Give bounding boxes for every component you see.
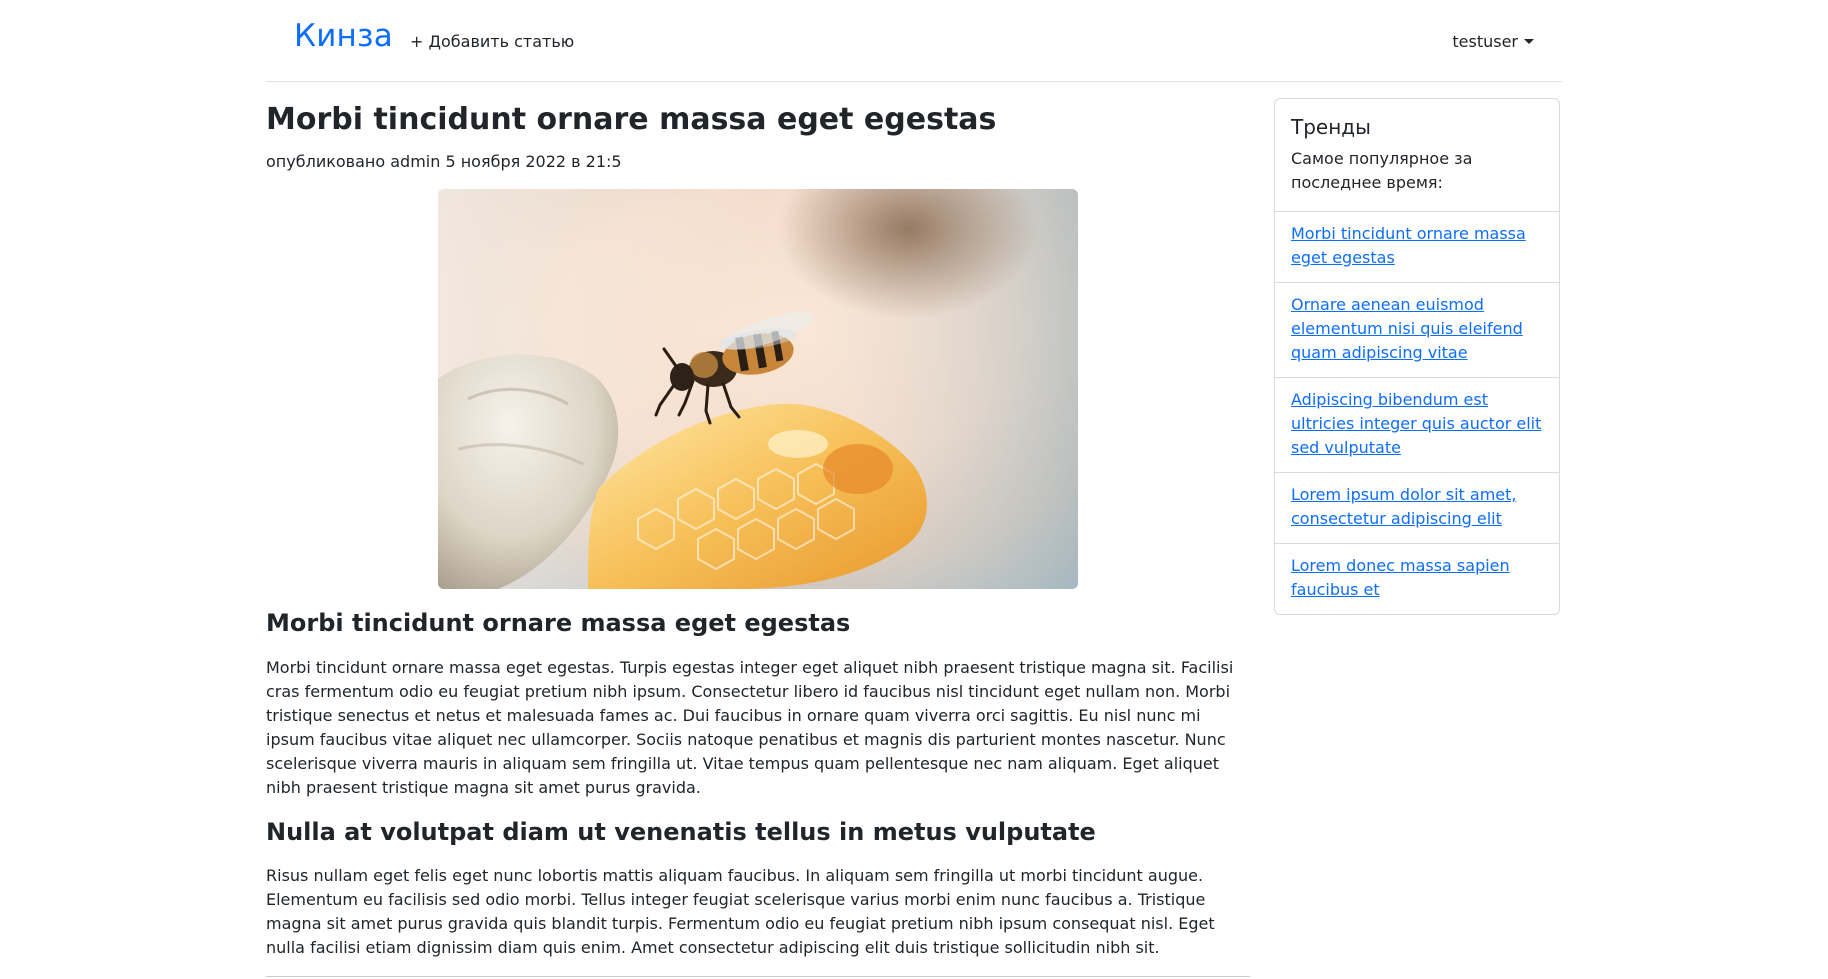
trend-link[interactable]: Lorem donec massa sapien faucibus et (1291, 556, 1510, 599)
trend-link[interactable]: Adipiscing bibendum est ultricies intege… (1291, 390, 1541, 457)
trends-header: Тренды Самое популярное за последнее вре… (1275, 99, 1559, 211)
trends-list: Morbi tincidunt ornare massa eget egesta… (1275, 211, 1559, 614)
article-title: Morbi tincidunt ornare massa eget egesta… (266, 102, 997, 137)
trend-link[interactable]: Ornare aenean euismod elementum nisi qui… (1291, 295, 1523, 362)
add-article-link[interactable]: + Добавить статью (410, 32, 574, 51)
list-item: Morbi tincidunt ornare massa eget egesta… (1275, 211, 1559, 282)
navbar: Кинза + Добавить статью testuser (266, 0, 1562, 82)
divider (266, 976, 1250, 978)
article-meta: опубликовано admin 5 ноября 2022 в 21:5 (266, 152, 622, 171)
trends-subtitle: Самое популярное за последнее время: (1291, 149, 1473, 192)
article-image (438, 188, 1078, 589)
container: Кинза + Добавить статью testuser Morbi t… (266, 0, 1562, 978)
trend-link[interactable]: Morbi tincidunt ornare massa eget egesta… (1291, 224, 1526, 267)
section-heading: Nulla at volutpat diam ut venenatis tell… (266, 817, 1096, 846)
bee-honeycomb-image (438, 188, 1078, 589)
caret-down-icon (1524, 39, 1534, 44)
article: Morbi tincidunt ornare massa eget egesta… (266, 81, 1250, 979)
trend-link[interactable]: Lorem ipsum dolor sit amet, consectetur … (1291, 485, 1517, 528)
list-item: Lorem ipsum dolor sit amet, consectetur … (1275, 472, 1559, 543)
user-dropdown[interactable]: testuser (1452, 32, 1534, 51)
list-item: Lorem donec massa sapien faucibus et (1275, 543, 1559, 614)
trends-title: Тренды (1291, 115, 1371, 139)
list-item: Ornare aenean euismod elementum nisi qui… (1275, 282, 1559, 377)
section-paragraph: Morbi tincidunt ornare massa eget egesta… (266, 657, 1234, 797)
trends-sidebar: Тренды Самое популярное за последнее вре… (1274, 98, 1560, 615)
list-item: Adipiscing bibendum est ultricies intege… (1275, 377, 1559, 472)
section-heading: Morbi tincidunt ornare massa eget egesta… (266, 608, 851, 637)
section-paragraph: Risus nullam eget felis eget nunc lobort… (266, 866, 1215, 958)
user-name: testuser (1452, 32, 1518, 51)
page: Кинза + Добавить статью testuser Morbi t… (0, 0, 1828, 979)
brand-logo-link[interactable]: Кинза (294, 18, 393, 54)
